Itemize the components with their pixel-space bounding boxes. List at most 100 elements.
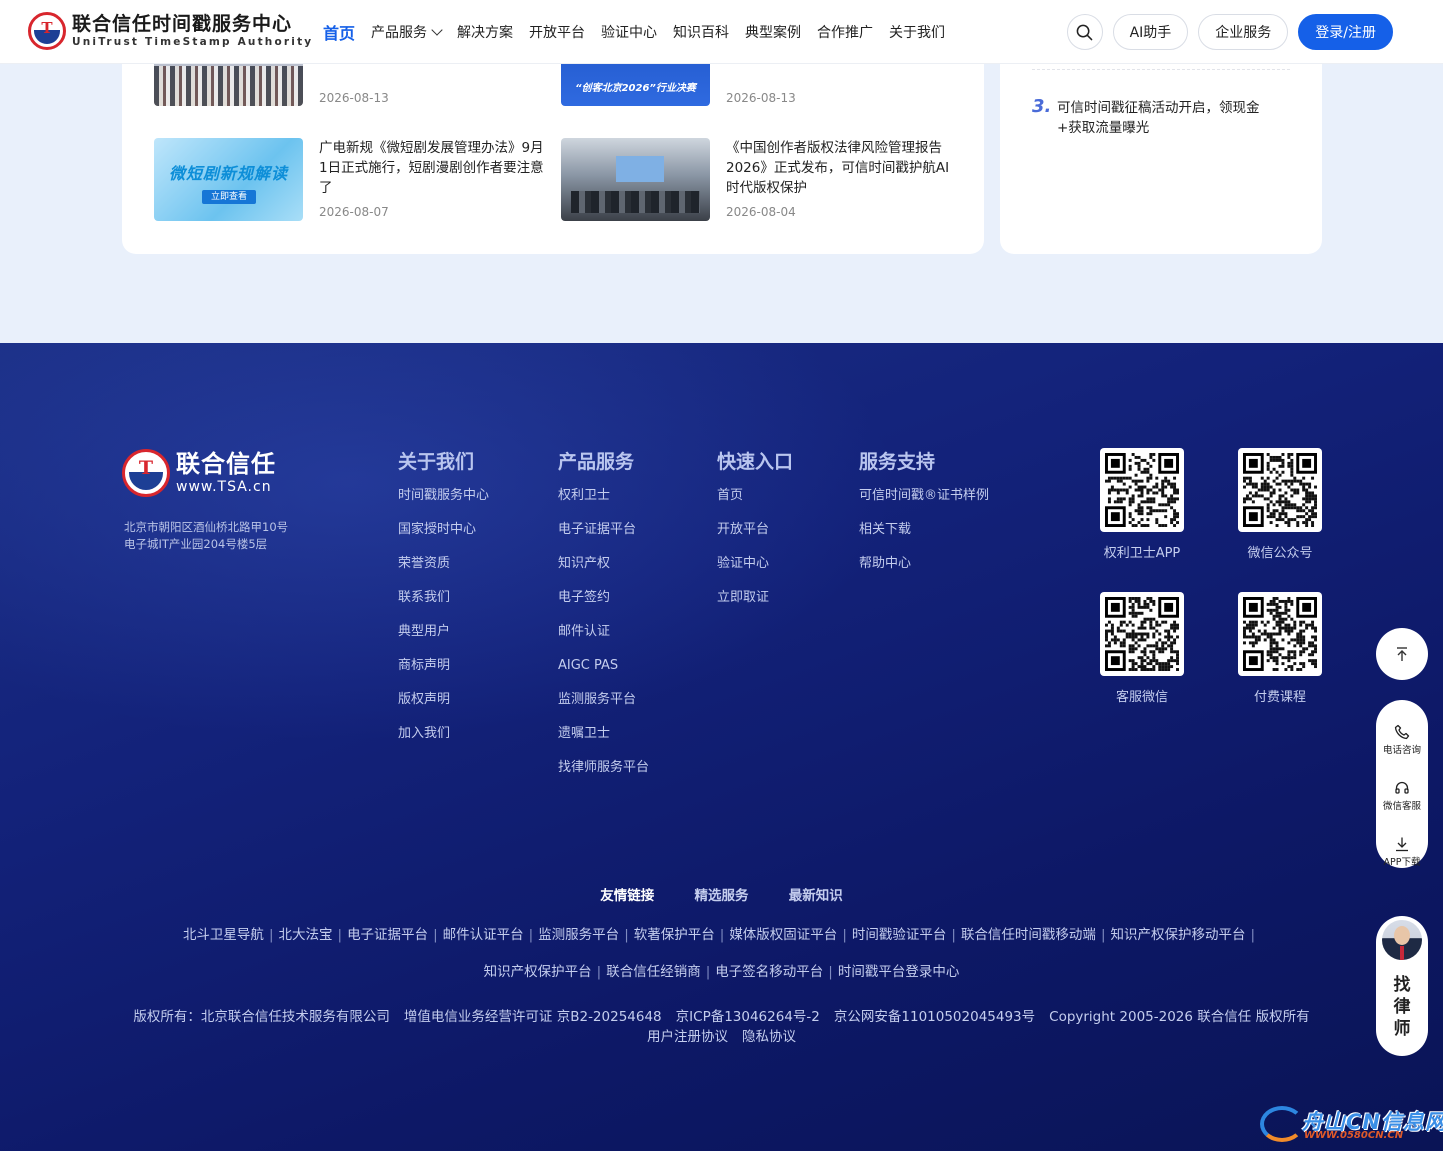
footer-link[interactable]: 首页 [717,486,793,520]
friend-link[interactable]: 电子证据平台 [347,927,428,943]
site-watermark: 舟山CN信息网 WWW.0580CN.CN [1258,1100,1443,1146]
footer-link[interactable]: 典型用户 [398,622,489,656]
footer-link[interactable]: 找律师服务平台 [558,758,649,792]
friend-link[interactable]: 媒体版权固证平台 [729,927,837,943]
agreement-links: 用户注册协议 隐私协议 [0,1027,1443,1047]
footer-link[interactable]: 相关下载 [859,520,989,554]
footer-link[interactable]: 时间戳服务中心 [398,486,489,520]
footer-link[interactable]: 可信时间戳®证书样例 [859,486,989,520]
footer-link[interactable]: 帮助中心 [859,554,989,588]
company-address: 北京市朝阳区酒仙桥北路甲10号电子城IT产业园204号楼5层 [124,520,289,551]
friend-link[interactable]: 电子签名移动平台 [715,964,823,980]
friend-link[interactable]: 知识产权保护平台 [484,964,592,980]
footer-link[interactable]: 开放平台 [717,520,793,554]
link-separator: | [337,927,343,943]
friend-link[interactable]: 时间戳验证平台 [852,927,947,943]
footer-link[interactable]: AIGC PAS [558,656,649,690]
site-logo[interactable]: T 联合信任时间戳服务中心 UniTrust TimeStamp Authori… [28,12,313,50]
friend-link[interactable]: 联合信任时间戳移动端 [961,927,1096,943]
nav-item-cooperation[interactable]: 合作推广 [817,22,873,42]
friend-link[interactable]: 邮件认证平台 [443,927,524,943]
nav-item-verify-center[interactable]: 验证中心 [601,22,657,42]
tab-friend-links[interactable]: 友情链接 [600,888,654,904]
footer-link[interactable]: 电子证据平台 [558,520,649,554]
footer-link[interactable]: 知识产权 [558,554,649,588]
copyright-item: Copyright 2005-2026 联合信任 版权所有 [1049,1009,1310,1025]
qrcode-label: 权利卫士APP [1103,546,1181,561]
link-separator: | [596,964,602,980]
nav-item-about[interactable]: 关于我们 [889,22,945,42]
site-footer: T 联合信任 www.TSA.cn 北京市朝阳区酒仙桥北路甲10号电子城IT产业… [0,343,1443,1151]
nav-item-knowledge[interactable]: 知识百科 [673,22,729,42]
news-date: 2026-08-04 [726,205,796,219]
friend-link[interactable]: 北斗卫星导航 [183,927,264,943]
app-download-button[interactable]: APP下载 [1376,836,1428,868]
agreement-link[interactable]: 用户注册协议 [647,1029,728,1045]
footer-link[interactable]: 电子签约 [558,588,649,622]
footer-link[interactable]: 国家授时中心 [398,520,489,554]
find-lawyer-button[interactable]: 找律师 [1376,916,1428,1056]
lawyer-avatar [1382,920,1422,960]
agreement-link[interactable]: 隐私协议 [742,1029,796,1045]
footer-link[interactable]: 权利卫士 [558,486,649,520]
link-separator: | [828,964,833,980]
search-button[interactable] [1066,14,1103,50]
friend-link[interactable]: 软著保护平台 [634,927,715,943]
footer-link[interactable]: 荣誉资质 [398,554,489,588]
news-title-link[interactable]: 《中国创作者版权法律风险管理报告2026》正式发布，可信时间戳护航AI时代版权保… [726,138,951,198]
friend-link[interactable]: 北大法宝 [279,927,333,943]
nav-item-open-platform[interactable]: 开放平台 [529,22,585,42]
footer-link[interactable]: 联系我们 [398,588,489,622]
ai-assistant-button[interactable]: AI助手 [1112,14,1189,50]
arrow-up-icon [1397,647,1407,661]
copyright-item: 版权所有：北京联合信任技术服务有限公司 [133,1009,390,1025]
nav-item-cases[interactable]: 典型案例 [745,22,801,42]
ranking-title-link[interactable]: 可信时间戳征稿活动开启，领现金+获取流量曝光 [1057,98,1282,138]
news-date: 2026-08-13 [319,91,389,105]
back-to-top-button[interactable] [1376,628,1428,680]
link-separator: | [624,927,629,943]
login-register-button[interactable]: 登录/注册 [1298,14,1393,50]
footer-column-title: 关于我们 [398,451,475,473]
enterprise-service-button[interactable]: 企业服务 [1198,14,1289,50]
qrcode-paid-course [1238,592,1322,676]
logo-mark-icon: T [28,12,66,50]
tab-latest-knowledge[interactable]: 最新知识 [789,888,843,904]
wechat-service-button[interactable]: 微信客服 [1376,780,1428,812]
footer-column-products: 产品服务 权利卫士 电子证据平台 知识产权 电子签约 邮件认证 AIGC PAS… [558,447,649,792]
footer-link[interactable]: 遗嘱卫士 [558,724,649,758]
qrcode-image [1105,453,1179,527]
footer-column-support: 服务支持 可信时间戳®证书样例 相关下载 帮助中心 [859,447,989,588]
news-date: 2026-08-13 [726,91,796,105]
nav-item-products[interactable]: 产品服务 [371,22,443,42]
footer-logo[interactable]: T 联合信任 www.TSA.cn [122,449,276,497]
phone-consult-button[interactable]: 电话咨询 [1376,724,1428,756]
friend-link[interactable]: 监测服务平台 [538,927,619,943]
side-contact-tools: 电话咨询 微信客服 APP下载 [1376,700,1428,868]
friend-links-row: 知识产权保护平台 | 联合信任经销商 | 电子签名移动平台 | 时间戳平台登录中心 [0,960,1443,980]
friend-link[interactable]: 时间戳平台登录中心 [838,964,960,980]
nav-item-home[interactable]: 首页 [323,20,355,44]
qrcode-label: 客服微信 [1115,690,1168,705]
divider [1032,69,1290,70]
logo-mark-icon: T [122,449,170,497]
footer-link[interactable]: 加入我们 [398,724,489,758]
link-tabs: 友情链接 精选服务 最新知识 [0,884,1443,904]
find-lawyer-label: 找律师 [1393,975,1411,1039]
footer-link[interactable]: 商标声明 [398,656,489,690]
footer-link[interactable]: 版权声明 [398,690,489,724]
footer-link[interactable]: 邮件认证 [558,622,649,656]
footer-link[interactable]: 立即取证 [717,588,793,622]
footer-link[interactable]: 验证中心 [717,554,793,588]
link-separator: | [1250,927,1256,943]
news-title-link[interactable]: 广电新规《微短剧发展管理办法》9月1日正式施行，短剧漫剧创作者要注意了 [319,138,544,198]
friend-link[interactable]: 联合信任经销商 [606,964,701,980]
news-thumbnail[interactable]: 微短剧新规解读 立即查看 [154,138,303,221]
phone-icon [1394,724,1410,740]
friend-link[interactable]: 知识产权保护移动平台 [1111,927,1246,943]
nav-item-solutions[interactable]: 解决方案 [457,22,513,42]
news-thumbnail[interactable] [561,138,710,221]
link-separator: | [433,927,438,943]
tab-featured-services[interactable]: 精选服务 [695,888,749,904]
footer-link[interactable]: 监测服务平台 [558,690,649,724]
